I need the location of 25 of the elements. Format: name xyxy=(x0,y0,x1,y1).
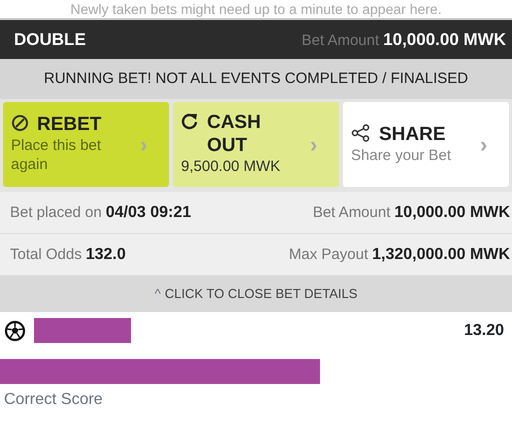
rebet-button[interactable]: REBET Place this bet again › xyxy=(3,102,169,187)
detail-label: Max Payout xyxy=(288,244,368,264)
detail-value: 132.0 xyxy=(86,244,126,264)
event-odds: 13.20 xyxy=(464,320,504,340)
chevron-icon: › xyxy=(140,128,148,161)
cashout-button[interactable]: CASH OUT 9,500.00 MWK › xyxy=(173,102,339,187)
detail-value: 10,000.00 MWK xyxy=(394,202,510,222)
amount-label: Bet Amount xyxy=(302,30,380,51)
refresh-icon xyxy=(181,112,199,130)
detail-value: 1,320,000.00 MWK xyxy=(372,244,510,264)
amount-value: 10,000.00 MWK xyxy=(383,28,506,51)
chevron-icon: › xyxy=(310,128,318,161)
share-button[interactable]: SHARE Share your Bet › xyxy=(343,102,509,187)
chevron-icon: › xyxy=(480,128,488,161)
close-details-button[interactable]: ^ CLICK TO CLOSE BET DETAILS xyxy=(0,276,512,312)
detail-label: Total Odds xyxy=(10,244,82,264)
bet-type: DOUBLE xyxy=(14,28,86,51)
rebet-icon xyxy=(11,114,29,132)
detail-label: Bet Amount xyxy=(312,202,390,222)
detail-label: Bet placed on xyxy=(10,202,102,222)
market-label: Correct Score xyxy=(4,390,104,410)
detail-value: 04/03 09:21 xyxy=(106,202,192,222)
share-icon xyxy=(351,124,371,142)
status-banner: RUNNING BET! NOT ALL EVENTS COMPLETED / FINALISED xyxy=(0,59,512,99)
football-icon xyxy=(4,320,26,342)
